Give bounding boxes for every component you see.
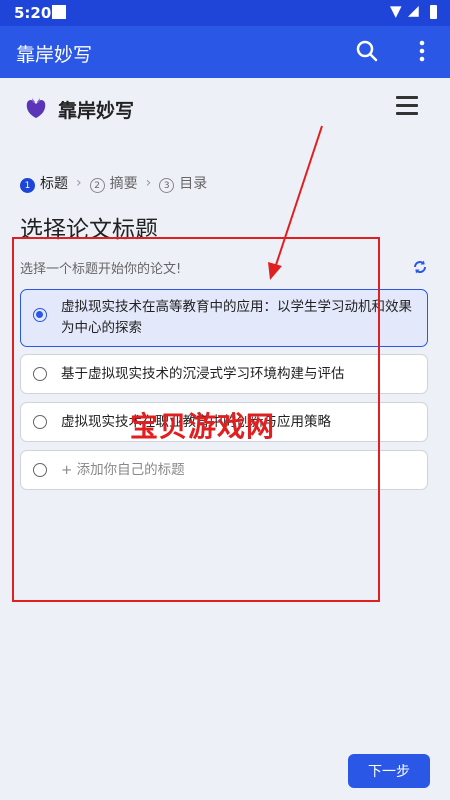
notification-icon bbox=[52, 5, 66, 19]
step-progress: 1 标题 › 2 摘要 › 3 目录 bbox=[20, 172, 207, 194]
battery-icon bbox=[430, 5, 437, 19]
radio-button[interactable] bbox=[33, 367, 47, 381]
hamburger-menu-icon[interactable] bbox=[396, 96, 418, 116]
radio-button[interactable] bbox=[33, 463, 47, 477]
step-number: 3 bbox=[159, 178, 175, 194]
title-option-text: 基于虚拟现实技术的沉浸式学习环境构建与评估 bbox=[61, 366, 345, 382]
brand-name: 靠岸妙写 bbox=[58, 100, 135, 122]
title-option-2[interactable]: 基于虚拟现实技术的沉浸式学习环境构建与评估 bbox=[20, 354, 428, 394]
signal-icon: ◢ bbox=[408, 3, 419, 19]
step-toc: 3 目录 bbox=[159, 173, 207, 194]
watermark-text: 宝贝游戏网 bbox=[130, 410, 276, 443]
page-subtitle: 选择一个标题开始你的论文! bbox=[20, 262, 182, 277]
title-option-text: 虚拟现实技术在高等教育中的应用：以学生学习动机和效果为中心的探索 bbox=[61, 299, 412, 336]
add-custom-title-option[interactable]: + 添加你自己的标题 bbox=[20, 450, 428, 490]
chevron-right-icon: › bbox=[76, 175, 82, 191]
search-icon[interactable] bbox=[354, 38, 380, 64]
status-bar: 5:20 ▼ ◢ bbox=[0, 0, 450, 26]
wifi-icon: ▼ bbox=[390, 2, 402, 20]
refresh-icon[interactable] bbox=[412, 259, 428, 275]
step-abstract: 2 摘要 bbox=[89, 173, 138, 194]
status-time: 5:20 bbox=[14, 4, 52, 22]
app-bar: 靠岸妙写 bbox=[0, 26, 450, 78]
radio-button[interactable] bbox=[33, 308, 47, 322]
site-header: 靠岸妙写 bbox=[0, 78, 450, 138]
step-number: 2 bbox=[89, 178, 105, 194]
radio-button[interactable] bbox=[33, 415, 47, 429]
step-number: 1 bbox=[20, 178, 35, 194]
logo-icon bbox=[26, 98, 46, 118]
app-title: 靠岸妙写 bbox=[16, 44, 93, 66]
add-custom-title-text: + 添加你自己的标题 bbox=[61, 462, 185, 478]
step-label: 标题 bbox=[40, 175, 68, 192]
more-menu-icon[interactable] bbox=[412, 38, 432, 64]
next-step-button[interactable]: 下一步 bbox=[348, 754, 430, 788]
title-option-1[interactable]: 虚拟现实技术在高等教育中的应用：以学生学习动机和效果为中心的探索 bbox=[20, 289, 428, 347]
page-title: 选择论文标题 bbox=[20, 217, 158, 243]
chevron-right-icon: › bbox=[145, 175, 152, 191]
step-label: 目录 bbox=[179, 175, 208, 192]
step-title: 1 标题 bbox=[20, 173, 68, 194]
step-label: 摘要 bbox=[109, 175, 138, 192]
